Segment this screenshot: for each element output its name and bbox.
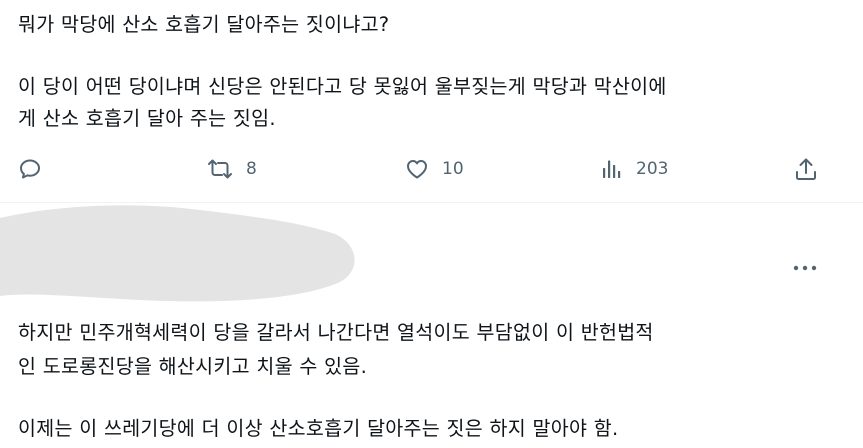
tweet-text-line: 게 산소 호흡기 달아 주는 짓임. — [18, 107, 276, 130]
more-options-button[interactable] — [790, 252, 820, 278]
like-count: 10 — [442, 159, 464, 179]
tweet-text-line: 인 도로롱진당을 해산시키고 치울 수 있음. — [18, 355, 368, 378]
retweet-icon — [206, 157, 234, 181]
views-button[interactable]: 203 — [600, 155, 668, 183]
like-button[interactable]: 10 — [404, 155, 464, 183]
retweet-count: 8 — [246, 159, 257, 179]
heart-icon — [404, 157, 430, 181]
tweet-text-line: 뭐가 막당에 산소 호흡기 달아주는 짓이냐고? — [18, 13, 390, 36]
retweet-button[interactable]: 8 — [206, 155, 257, 183]
tweet-text-line: 이제는 이 쓰레기당에 더 이상 산소호흡기 달아주는 짓은 하지 말아야 함. — [18, 417, 619, 440]
share-button[interactable] — [793, 155, 819, 183]
reply-button[interactable] — [18, 155, 42, 183]
tweet-text-line: 이 당이 어떤 당이냐며 신당은 안된다고 당 못잃어 울부짖는게 막당과 막산… — [18, 75, 667, 98]
reply-icon — [18, 157, 42, 181]
redacted-author-blur — [0, 200, 360, 310]
tweet-text-line: 하지만 민주개혁세력이 당을 갈라서 나간다면 열석이도 부담없이 이 반헌법적 — [18, 321, 654, 344]
views-icon — [600, 157, 624, 181]
views-count: 203 — [636, 159, 669, 179]
share-icon — [793, 156, 819, 182]
more-icon — [793, 256, 817, 275]
